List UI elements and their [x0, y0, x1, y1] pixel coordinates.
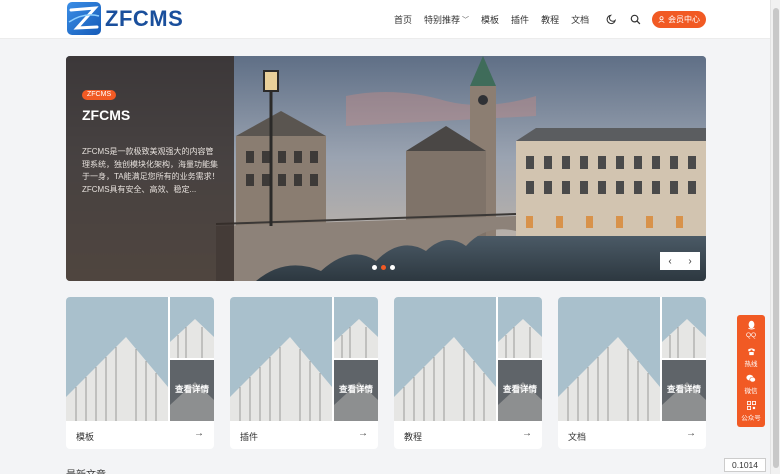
float-item-wechat[interactable]: 微信 [737, 374, 765, 395]
qrcode-icon [746, 401, 756, 410]
nav-label: 模板 [481, 15, 500, 25]
scrollbar-thumb[interactable] [773, 8, 779, 468]
float-label: 热线 [744, 361, 758, 368]
carousel-prev-button[interactable]: ‹ [660, 252, 680, 270]
card-label: 文档 [568, 432, 587, 442]
nav-label: 教程 [541, 15, 560, 25]
page-scrollbar[interactable] [770, 0, 780, 474]
contact-float-bar: QQ 热线 微信 公众号 [737, 315, 765, 427]
card-image-small [662, 297, 706, 358]
card-image [558, 297, 660, 421]
card-label: 教程 [404, 432, 423, 442]
nav-label: 插件 [511, 15, 530, 25]
banner-caption-panel: ZFCMS ZFCMS ZFCMS是一款极致美观强大的内容管理系统，独创模块化架… [66, 56, 234, 281]
float-label: 微信 [744, 388, 758, 395]
view-detail-label[interactable]: 查看详情 [498, 383, 542, 395]
banner-tag: ZFCMS [82, 90, 117, 100]
float-item-official-account[interactable]: 公众号 [737, 401, 765, 422]
nav-item-home[interactable]: 首页 [394, 13, 412, 26]
nav-label: 文档 [571, 15, 590, 25]
nav-item-tutorials[interactable]: 教程 [541, 13, 559, 26]
search-button[interactable] [628, 12, 643, 27]
nav-item-templates[interactable]: 模板 [481, 13, 499, 26]
phone-icon [747, 348, 755, 356]
view-detail-label[interactable]: 查看详情 [334, 383, 378, 395]
nav-label: 首页 [394, 15, 413, 25]
chevron-down-icon: ﹀ [462, 16, 470, 24]
float-item-qq[interactable]: QQ [737, 320, 765, 339]
chevron-left-icon: ‹ [668, 255, 672, 267]
arrow-right-icon[interactable]: → [522, 428, 532, 439]
nav-label: 特别推荐 [424, 15, 461, 25]
carousel-dot[interactable] [372, 265, 377, 270]
view-detail-label[interactable]: 查看详情 [170, 383, 214, 395]
view-detail-label[interactable]: 查看详情 [662, 383, 706, 395]
arrow-right-icon[interactable]: → [686, 428, 696, 439]
carousel-next-button[interactable]: › [680, 252, 700, 270]
logo-icon [67, 2, 101, 35]
category-card-tutorials[interactable]: 查看详情 教程 → [394, 297, 542, 449]
arrow-right-icon[interactable]: → [358, 428, 368, 439]
qq-icon [747, 320, 755, 330]
banner-title[interactable]: ZFCMS [82, 107, 130, 123]
member-button-label: 会员中心 [668, 15, 700, 24]
nav-item-docs[interactable]: 文档 [571, 13, 589, 26]
nav-item-plugins[interactable]: 插件 [511, 13, 529, 26]
card-image-small [334, 297, 378, 358]
card-image [66, 297, 168, 421]
logo-text: ZFCMS [105, 5, 184, 31]
float-label: 公众号 [741, 415, 761, 422]
banner-description: ZFCMS是一款极致美观强大的内容管理系统，独创模块化架构，海量功能集于一身，T… [82, 147, 220, 194]
nav-item-featured[interactable]: 特别推荐 ﹀ [424, 13, 469, 26]
carousel-dot-active[interactable] [381, 265, 386, 270]
float-label: QQ [745, 332, 757, 339]
carousel-dot[interactable] [390, 265, 395, 270]
load-time-counter: 0.1014 [724, 458, 766, 472]
card-image [230, 297, 332, 421]
carousel-dots [372, 265, 399, 270]
hero-banner[interactable]: ZFCMS ZFCMS ZFCMS是一款极致美观强大的内容管理系统，独创模块化架… [66, 56, 706, 281]
wechat-icon [746, 374, 756, 383]
theme-toggle-button[interactable] [604, 12, 619, 27]
main-nav: 首页 特别推荐 ﹀ 模板 插件 教程 文档 [394, 0, 601, 39]
category-card-templates[interactable]: 查看详情 模板 → [66, 297, 214, 449]
card-image-small [170, 297, 214, 358]
card-image [394, 297, 496, 421]
search-icon [630, 14, 641, 25]
category-card-docs[interactable]: 查看详情 文档 → [558, 297, 706, 449]
arrow-right-icon[interactable]: → [194, 428, 204, 439]
card-label: 模板 [76, 432, 95, 442]
member-center-button[interactable]: 会员中心 [652, 11, 706, 28]
moon-icon [606, 14, 616, 25]
category-card-plugins[interactable]: 查看详情 插件 → [230, 297, 378, 449]
site-logo[interactable]: ZFCMS [67, 2, 183, 35]
float-item-hotline[interactable]: 热线 [737, 347, 765, 368]
site-header: ZFCMS 首页 特别推荐 ﹀ 模板 插件 教程 文档 会员中心 [0, 0, 780, 39]
card-image-small [498, 297, 542, 358]
section-title-latest: 最新文章 [66, 466, 106, 474]
card-label: 插件 [240, 432, 259, 442]
chevron-right-icon: › [688, 255, 692, 267]
user-icon [658, 16, 665, 23]
